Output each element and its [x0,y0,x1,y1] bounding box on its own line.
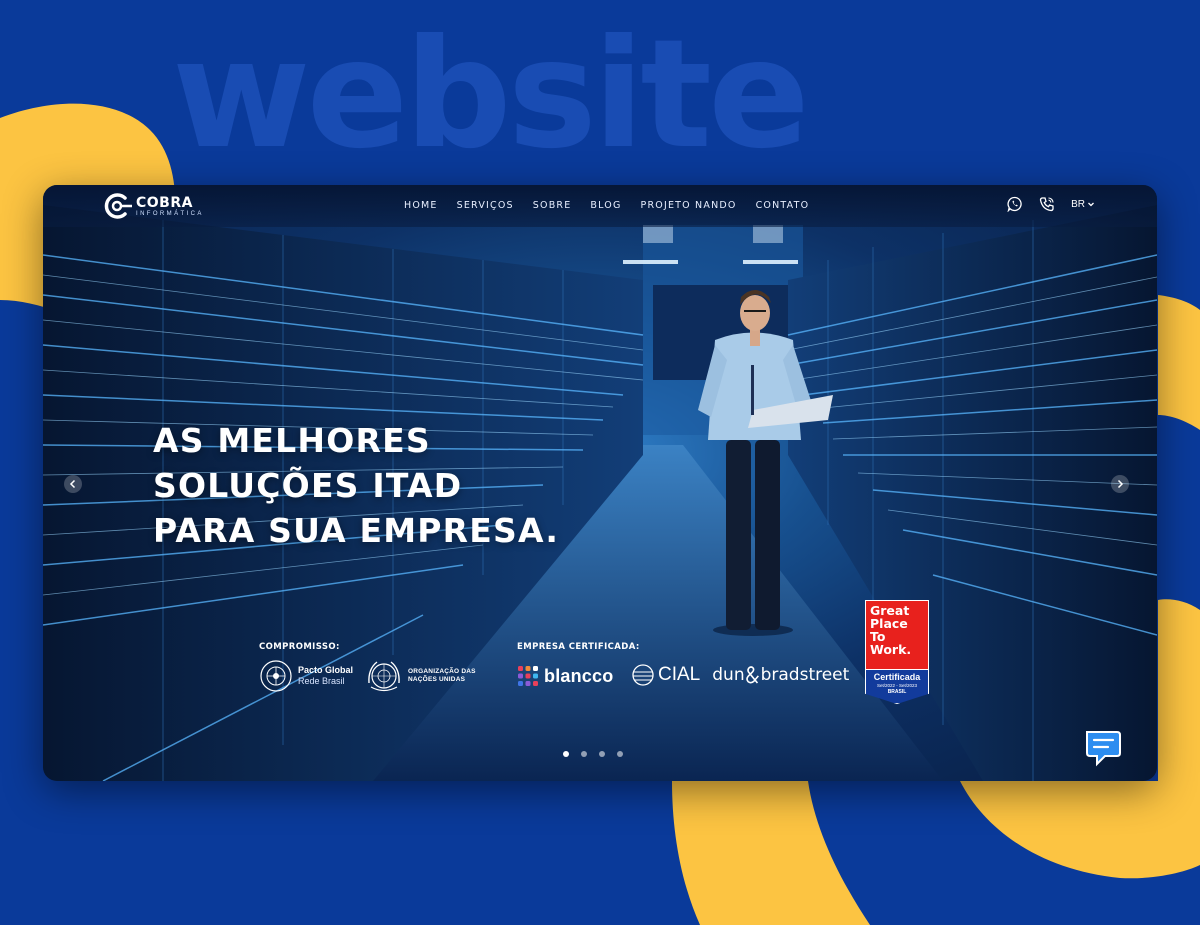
hero-headline-line-2: SOLUÇÕES ITAD [153,466,463,505]
language-label: BR [1071,198,1085,210]
top-navbar: COBRA INFORMÁTICA HOME SERVIÇOS SOBRE BL… [43,185,1157,227]
carousel-prev-button[interactable] [64,475,82,493]
hero-headline-line-3: PARA SUA EMPRESA. [153,511,560,550]
nav-item-home[interactable]: HOME [404,200,438,211]
gptw-bottom: Certificada Set/2022 - Set/2023 BRASIL [865,670,929,704]
language-selector[interactable]: BR [1071,199,1095,210]
gptw-badge: Great Place To Work. Certificada Set/202… [865,600,929,706]
onu-text: ORGANIZAÇÃO DAS NAÇÕES UNIDAS [408,668,476,684]
un-emblem-icon [368,661,400,692]
nav-item-sobre[interactable]: SOBRE [533,200,572,211]
phone-icon[interactable] [1039,196,1055,212]
carousel-dot[interactable] [617,751,623,757]
dnb-name-left: dun [712,665,745,685]
carousel-next-button[interactable] [1111,475,1129,493]
nav-actions: BR [991,196,1095,212]
cobra-logo-icon [104,193,132,219]
carousel-dot[interactable] [581,751,587,757]
website-window: COBRA INFORMÁTICA HOME SERVIÇOS SOBRE BL… [43,185,1157,781]
cial-name: CIAL [658,664,701,685]
nav-item-projeto-nando[interactable]: PROJETO NANDO [641,200,737,211]
whatsapp-icon[interactable] [1007,196,1023,212]
onu-line-2: NAÇÕES UNIDAS [408,676,466,683]
carousel-dot[interactable] [563,751,569,757]
chevron-right-icon [1117,479,1124,489]
gptw-line-4: Work. [870,642,912,657]
commitment-label: COMPROMISSO: [259,642,340,652]
carousel-dots [563,751,623,757]
chevron-left-icon [69,479,76,489]
brand-subtitle: INFORMÁTICA [136,210,204,217]
gptw-certified: Certificada [873,672,921,682]
chat-icon[interactable] [1083,729,1123,767]
cial-dnb-logo: CIAL dun bradstreet [631,663,849,687]
pacto-sub: Rede Brasil [298,676,345,686]
chevron-down-icon [1088,202,1094,207]
certified-label: EMPRESA CERTIFICADA: [517,642,640,652]
hero-headline-line-1: AS MELHORES [153,421,431,460]
blancco-mark-icon [518,666,538,686]
un-global-compact-icon [260,660,292,692]
blancco-name: blancco [544,665,614,686]
nav-item-contato[interactable]: CONTATO [756,200,810,211]
pacto-name: Pacto Global [298,665,354,675]
gptw-top: Great Place To Work. [865,600,929,670]
pacto-text: Pacto Global Rede Brasil [298,665,353,687]
cial-globe-icon [632,664,654,686]
onu-line-1: ORGANIZAÇÃO DAS [408,668,476,675]
hero-headline: AS MELHORES SOLUÇÕES ITAD PARA SUA EMPRE… [153,418,559,553]
brand-name: COBRA [136,194,193,211]
carousel-dot[interactable] [599,751,605,757]
main-nav: HOME SERVIÇOS SOBRE BLOG PROJETO NANDO C… [404,200,828,211]
logo-text: COBRA INFORMÁTICA [136,196,204,217]
un-logo: ORGANIZAÇÃO DAS NAÇÕES UNIDAS [365,657,476,695]
nav-item-blog[interactable]: BLOG [590,200,621,211]
gptw-period: Set/2022 - Set/2023 [876,683,918,688]
nav-item-servicos[interactable]: SERVIÇOS [457,200,514,211]
ampersand-icon [745,666,759,684]
brand-logo[interactable]: COBRA INFORMÁTICA [101,190,204,222]
pacto-global-logo: Pacto Global Rede Brasil [259,659,353,693]
dnb-name-right: bradstreet [760,665,850,685]
background-watermark-word: website [172,8,810,182]
blancco-logo: blancco [517,665,613,687]
gptw-country: BRASIL [887,689,907,695]
